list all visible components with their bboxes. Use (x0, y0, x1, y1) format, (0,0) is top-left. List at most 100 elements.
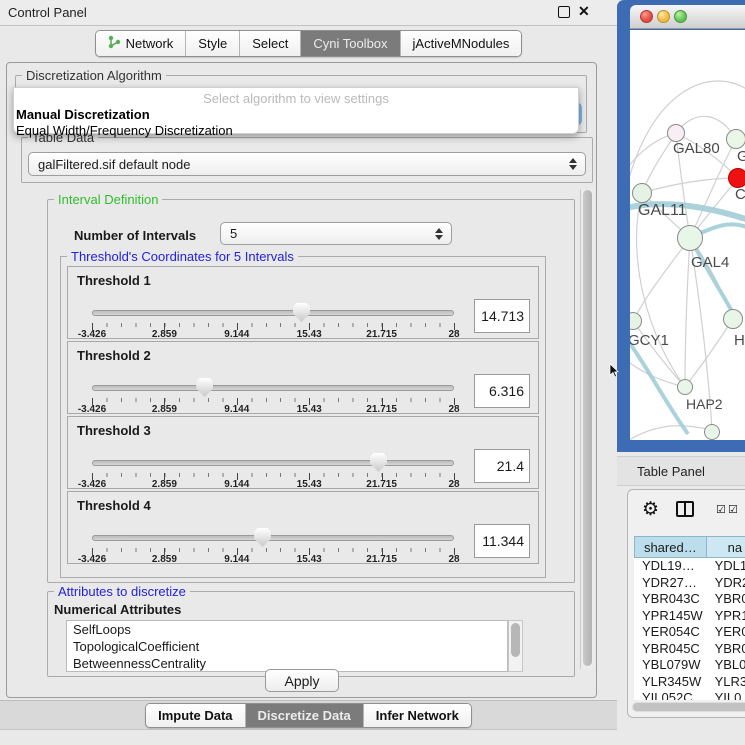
tab-network[interactable]: Network (96, 31, 187, 56)
threshold-1-slider[interactable] (92, 305, 454, 325)
network-window-titlebar[interactable] (630, 5, 745, 29)
checkbox-icon[interactable]: ☑ (728, 503, 738, 516)
cell-shared-name[interactable]: YPR145W (634, 608, 707, 625)
network-canvas[interactable]: GAL80 GA C GAL11 GAL4 GCY1 H HAP2 (630, 30, 745, 440)
tab-discretize-data[interactable]: Discretize Data (246, 704, 364, 727)
threshold-2-box: Threshold 2 -3.4262.8599.14415.4321.7152… (67, 341, 539, 414)
threshold-1-slider-thumb[interactable] (293, 303, 310, 322)
slider-track[interactable] (92, 460, 454, 466)
slider-track[interactable] (92, 535, 454, 541)
node-top-right[interactable] (726, 129, 745, 149)
threshold-1-label: Threshold 1 (77, 273, 151, 288)
slider-track[interactable] (92, 310, 454, 316)
threshold-2-value-field[interactable]: 6.316 (474, 374, 530, 408)
slider-track[interactable] (92, 385, 454, 391)
threshold-4-slider[interactable] (92, 530, 454, 550)
tab-impute-data[interactable]: Impute Data (146, 704, 245, 727)
table-body[interactable]: YDL19…YDL1 YDR27…YDR2 YBR043CYBR0 YPR145… (634, 558, 745, 700)
list-item[interactable]: TopologicalCoefficient (67, 638, 507, 655)
checkbox-icon[interactable]: ☑ (716, 503, 726, 516)
tab-cyni-toolbox[interactable]: Cyni Toolbox (301, 31, 400, 56)
cell-shared-name[interactable]: YER054C (634, 624, 707, 641)
threshold-3-value-field[interactable]: 21.4 (474, 449, 530, 483)
cell-shared-name[interactable]: YLR345W (634, 674, 707, 691)
cell-shared-name[interactable]: YDL19… (634, 558, 707, 575)
zoom-traffic-light-icon[interactable] (674, 10, 687, 23)
table-row[interactable]: YBR043CYBR0 (634, 591, 745, 608)
node-hap2[interactable] (677, 379, 693, 395)
apply-button[interactable]: Apply (265, 669, 339, 692)
algorithm-option-equal-width[interactable]: Equal Width/Frequency Discretization (14, 122, 578, 139)
table-row[interactable]: YDR27…YDR2 (634, 575, 745, 592)
split-columns-icon[interactable] (676, 501, 694, 517)
node-gal11[interactable] (632, 183, 652, 203)
threshold-1-value-field[interactable]: 14.713 (474, 299, 530, 333)
algorithm-placeholder-option[interactable]: Select algorithm to view settings (14, 88, 578, 106)
table-row[interactable]: YLR345WYLR3 (634, 674, 745, 691)
cell-name[interactable]: YPR1 (707, 608, 745, 625)
numerical-attributes-list[interactable]: SelfLoops TopologicalCoefficient Between… (66, 620, 508, 672)
thresholds-title: Threshold's Coordinates for 5 Intervals (67, 249, 298, 264)
table-header-row: shared… na (634, 536, 745, 558)
threshold-2-scale: -3.4262.8599.14415.4321.71528 (92, 398, 454, 414)
threshold-1-box: Threshold 1 -3.4262.8599.14415.4321.7152… (67, 266, 539, 339)
close-traffic-light-icon[interactable] (640, 10, 653, 23)
cell-name[interactable]: YDR2 (707, 575, 745, 592)
scrollbar-thumb[interactable] (633, 703, 745, 711)
table-row[interactable]: YDL19…YDL1 (634, 558, 745, 575)
cell-shared-name[interactable]: YBL079W (634, 657, 707, 674)
algorithm-option-manual[interactable]: Manual Discretization (14, 106, 578, 122)
tab-select[interactable]: Select (240, 31, 301, 56)
node-label-partial-h: H (734, 332, 745, 349)
gear-icon[interactable]: ⚙ (642, 498, 659, 521)
tab-infer-network[interactable]: Infer Network (364, 704, 471, 727)
panel-vertical-scrollbar[interactable] (580, 189, 594, 669)
tab-jactivemnodules[interactable]: jActiveMNodules (401, 31, 522, 56)
table-row[interactable]: YPR145WYPR1 (634, 608, 745, 625)
table-row[interactable]: YER054CYER0 (634, 624, 745, 641)
column-header-shared-name[interactable]: shared… (634, 536, 707, 558)
float-window-icon[interactable] (558, 6, 570, 18)
table-row[interactable]: YBR045CYBR0 (634, 641, 745, 658)
threshold-4-slider-thumb[interactable] (254, 528, 271, 547)
table-data-group: Table Data galFiltered.sif default node (21, 137, 593, 183)
cell-shared-name[interactable]: YBR045C (634, 641, 707, 658)
scrollbar-thumb[interactable] (583, 190, 592, 666)
cell-shared-name[interactable]: YIL052C (634, 690, 707, 700)
node-h[interactable] (723, 309, 743, 329)
cell-name[interactable]: YBL0 (707, 657, 745, 674)
node-gal4[interactable] (677, 225, 703, 251)
tab-style[interactable]: Style (186, 31, 240, 56)
table-row[interactable]: YIL052CYIL0 (634, 690, 745, 700)
cell-name[interactable]: YER0 (707, 624, 745, 641)
threshold-4-value-field[interactable]: 11.344 (474, 524, 530, 558)
cell-shared-name[interactable]: YDR27… (634, 575, 707, 592)
node-bottom-partial[interactable] (704, 424, 720, 440)
cell-shared-name[interactable]: YBR043C (634, 591, 707, 608)
list-item[interactable]: SelfLoops (67, 621, 507, 638)
threshold-3-scale: -3.4262.8599.14415.4321.71528 (92, 473, 454, 489)
threshold-2-slider-thumb[interactable] (196, 378, 213, 397)
scrollbar-thumb[interactable] (511, 623, 520, 657)
threshold-2-slider[interactable] (92, 380, 454, 400)
cell-name[interactable]: YBR0 (707, 591, 745, 608)
table-data-combo[interactable]: galFiltered.sif default node (28, 152, 586, 176)
table-row[interactable]: YBL079WYBL0 (634, 657, 745, 674)
threshold-3-slider-thumb[interactable] (370, 453, 387, 472)
attributes-list-scrollbar[interactable] (508, 620, 523, 672)
control-panel-titlebar: Control Panel ✕ (0, 0, 617, 26)
threshold-4-scale: -3.4262.8599.14415.4321.71528 (92, 548, 454, 564)
cell-name[interactable]: YDL1 (707, 558, 745, 575)
cell-name[interactable]: YIL0 (707, 690, 745, 700)
top-tab-strip: Network Style Select Cyni Toolbox jActiv… (0, 30, 617, 57)
minimize-traffic-light-icon[interactable] (657, 10, 670, 23)
node-selected-red[interactable] (728, 168, 745, 188)
threshold-3-slider[interactable] (92, 455, 454, 475)
cell-name[interactable]: YLR3 (707, 674, 745, 691)
cell-name[interactable]: YBR0 (707, 641, 745, 658)
column-header-name[interactable]: na (707, 536, 745, 558)
threshold-3-box: Threshold 3 -3.4262.8599.14415.4321.7152… (67, 416, 539, 489)
number-of-intervals-combo[interactable]: 5 (220, 222, 452, 245)
table-horizontal-scrollbar[interactable] (632, 702, 745, 712)
close-icon[interactable]: ✕ (578, 3, 590, 20)
